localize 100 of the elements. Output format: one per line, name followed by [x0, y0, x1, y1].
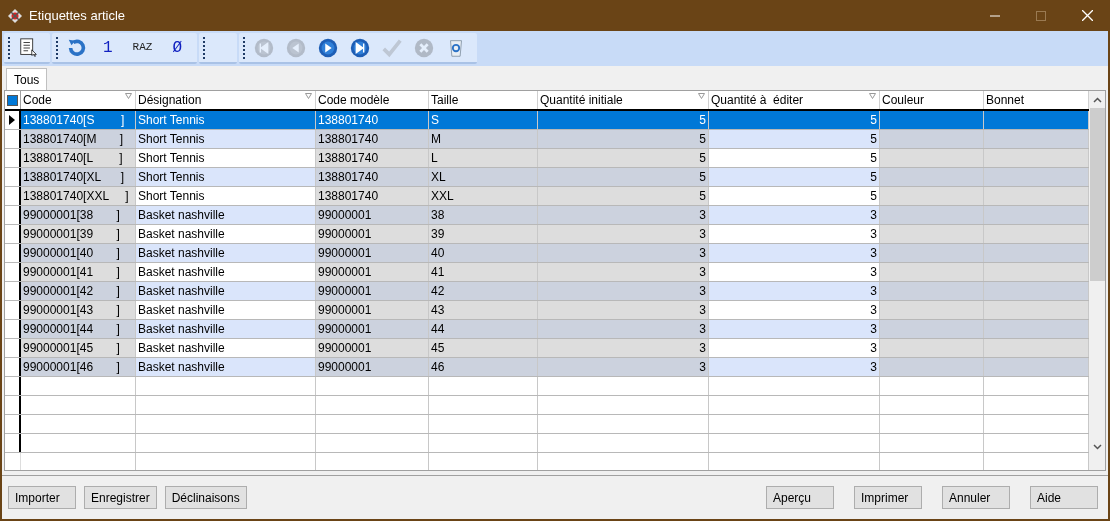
toolbar-button[interactable]: 1 [96, 34, 120, 61]
table-cell: Basket nashville [136, 320, 316, 338]
table-cell: Short Tennis [136, 130, 316, 148]
table-cell: 45 [429, 339, 538, 357]
table-cell: 5 [538, 130, 709, 148]
table-cell: Basket nashville [136, 339, 316, 357]
scrollbar[interactable] [1089, 91, 1105, 470]
column-header[interactable]: Quantité à éditer [711, 91, 804, 109]
table-row[interactable]: 138801740[S ] Short Tennis 138801740 S 5 5 [5, 111, 1089, 130]
filter-icon[interactable] [869, 93, 876, 99]
table-row[interactable]: 99000001[38 ] Basket nashville 99000001 38 3 3 [5, 206, 1089, 225]
column-header[interactable]: Code [23, 91, 52, 109]
table-cell: 3 [709, 358, 880, 376]
table-cell: 138801740[M ] [21, 130, 136, 148]
table-row[interactable]: 138801740[XXL ] Short Tennis 138801740 XXL 5 5 [5, 187, 1089, 206]
filter-icon[interactable] [125, 93, 132, 99]
table-cell: Short Tennis [136, 149, 316, 167]
table-cell: 3 [709, 244, 880, 262]
table-cell: 99000001[45 ] [21, 339, 136, 357]
dialog-button[interactable]: Aide [1030, 486, 1098, 509]
dialog-button[interactable]: Importer [8, 486, 76, 509]
table-cell: Basket nashville [136, 282, 316, 300]
column-header[interactable]: Taille [431, 91, 459, 109]
table-row[interactable]: 99000001[43 ] Basket nashville 99000001 43 3 3 [5, 301, 1089, 320]
dialog-button[interactable]: Aperçu [766, 486, 834, 509]
table-cell: 5 [709, 130, 880, 148]
dialog-button[interactable]: Enregistrer [84, 486, 157, 509]
table-cell: Basket nashville [136, 263, 316, 281]
table-cell: 99000001[42 ] [21, 282, 136, 300]
table-row[interactable]: 99000001[42 ] Basket nashville 99000001 42 3 3 [5, 282, 1089, 301]
table-row[interactable]: 99000001[41 ] Basket nashville 99000001 41 3 3 [5, 263, 1089, 282]
filter-icon[interactable] [305, 93, 312, 99]
table-row[interactable]: 99000001[39 ] Basket nashville 99000001 39 3 3 [5, 225, 1089, 244]
table-cell: 99000001 [316, 339, 429, 357]
scrollbar-thumb[interactable] [1089, 108, 1105, 281]
table-cell: Basket nashville [136, 244, 316, 262]
table-cell: 3 [538, 225, 709, 243]
table-row[interactable]: 99000001[44 ] Basket nashville 99000001 44 3 3 [5, 320, 1089, 339]
table-row[interactable]: 99000001[46 ] Basket nashville 99000001 46 3 3 [5, 358, 1089, 377]
table-row[interactable]: 138801740[XL ] Short Tennis 138801740 XL 5 5 [5, 168, 1089, 187]
table-cell: 138801740 [316, 149, 429, 167]
table-cell: XL [429, 168, 538, 186]
table-cell: 138801740[L ] [21, 149, 136, 167]
table-row[interactable]: 99000001[45 ] Basket nashville 99000001 45 3 3 [5, 339, 1089, 358]
table-row[interactable]: 99000001[40 ] Basket nashville 99000001 40 3 3 [5, 244, 1089, 263]
table-cell: Basket nashville [136, 225, 316, 243]
table-cell: 3 [538, 320, 709, 338]
table-cell: 138801740[XL ] [21, 168, 136, 186]
column-header[interactable]: Quantité initiale [540, 91, 623, 109]
table-cell: 138801740 [316, 130, 429, 148]
dialog-button[interactable]: Déclinaisons [164, 486, 247, 509]
table-cell: 5 [709, 168, 880, 186]
column-header[interactable]: Désignation [138, 91, 202, 109]
column-header[interactable]: Couleur [882, 91, 925, 109]
table-cell: 138801740 [316, 111, 429, 129]
app-logo-icon [7, 7, 23, 24]
table-cell: 138801740[S ] [21, 111, 136, 129]
scroll-down-icon[interactable] [1092, 444, 1102, 450]
table-cell: 3 [709, 282, 880, 300]
table-cell: 99000001[39 ] [21, 225, 136, 243]
table-cell: L [429, 149, 538, 167]
table-cell: 99000001[46 ] [21, 358, 136, 376]
toolbar-button[interactable]: RAZ [125, 34, 160, 61]
table-cell: 99000001 [316, 320, 429, 338]
table-cell: 41 [429, 263, 538, 281]
table-cell: 3 [538, 244, 709, 262]
table-cell: 40 [429, 244, 538, 262]
table-cell: M [429, 130, 538, 148]
prev-icon [285, 36, 308, 59]
tab[interactable]: Tous [6, 68, 48, 90]
first-icon [253, 36, 276, 59]
maximize-icon [1036, 10, 1046, 21]
table-cell: Short Tennis [136, 168, 316, 186]
table-cell: 99000001 [316, 358, 429, 376]
table-cell: 3 [538, 263, 709, 281]
column-header[interactable]: Bonnet [986, 91, 1025, 109]
table-cell: 3 [538, 339, 709, 357]
table-cell: 38 [429, 206, 538, 224]
dialog-button[interactable]: Imprimer [854, 486, 922, 509]
table-cell: 5 [538, 149, 709, 167]
table-cell: 99000001[44 ] [21, 320, 136, 338]
scroll-up-icon[interactable] [1092, 97, 1102, 103]
table-cell: Basket nashville [136, 206, 316, 224]
window-title: Etiquettes article [29, 6, 126, 25]
table-cell: 99000001 [316, 263, 429, 281]
table-cell: 99000001 [316, 206, 429, 224]
select-all-checkbox[interactable] [7, 94, 18, 106]
table-cell: Short Tennis [136, 187, 316, 205]
current-row-icon [9, 115, 15, 125]
column-header[interactable]: Code modèle [318, 91, 390, 109]
table-cell: 99000001[41 ] [21, 263, 136, 281]
toolbar-button[interactable]: Ø [165, 34, 190, 61]
table-cell: Short Tennis [136, 111, 316, 129]
close-icon [1081, 10, 1093, 21]
dialog-button[interactable]: Annuler [942, 486, 1010, 509]
next-icon [317, 36, 340, 59]
table-cell: 138801740[XXL ] [21, 187, 136, 205]
table-row[interactable]: 138801740[L ] Short Tennis 138801740 L 5 5 [5, 149, 1089, 168]
filter-icon[interactable] [698, 93, 705, 99]
table-row[interactable]: 138801740[M ] Short Tennis 138801740 M 5 5 [5, 130, 1089, 149]
